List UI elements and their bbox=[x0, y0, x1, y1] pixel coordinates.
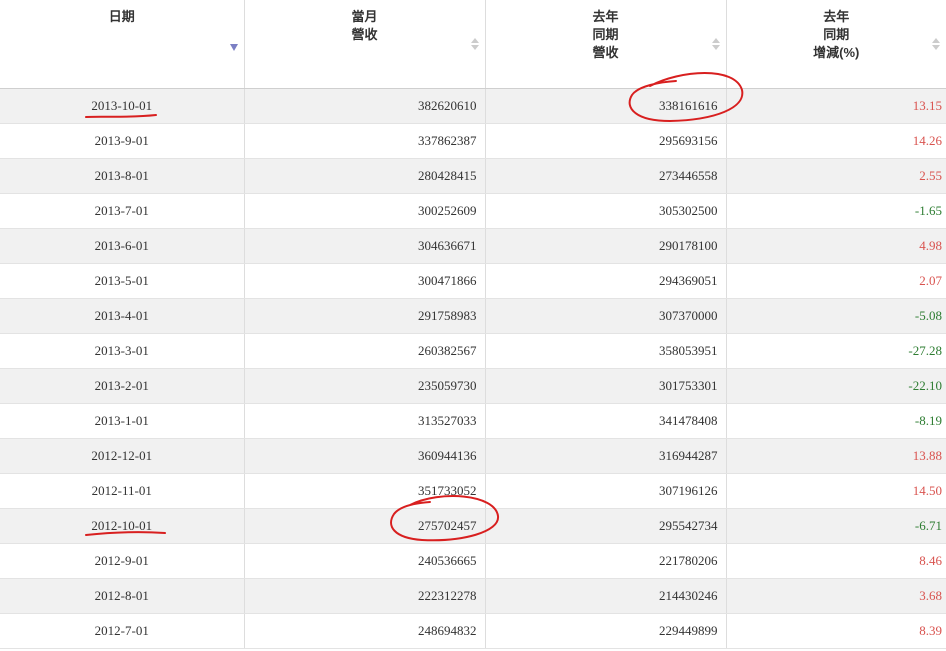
cell-last-year-revenue: 295693156 bbox=[485, 123, 727, 159]
cell-revenue: 222312278 bbox=[244, 578, 486, 614]
cell-date: 2013-7-01 bbox=[0, 193, 245, 229]
sort-both-icon[interactable] bbox=[470, 38, 479, 52]
table-row: 2012-9-01 240536665 221780206 8.46 bbox=[0, 543, 946, 579]
revenue-table: 日期 當月 營收 去年 同期 營收 去年 同期 增減(%) 2013-10-01… bbox=[0, 0, 946, 649]
sort-descending-icon[interactable] bbox=[229, 44, 238, 51]
cell-last-year-revenue: 316944287 bbox=[485, 438, 727, 474]
header-change-label: 去年 同期 增減(%) bbox=[813, 9, 860, 60]
cell-revenue: 240536665 bbox=[244, 543, 486, 579]
cell-date: 2013-2-01 bbox=[0, 368, 245, 404]
header-revenue-label: 當月 營收 bbox=[351, 9, 378, 42]
cell-last-year-revenue: 358053951 bbox=[485, 333, 727, 369]
cell-change: 14.26 bbox=[726, 123, 946, 159]
table-row: 2013-5-01 300471866 294369051 2.07 bbox=[0, 263, 946, 299]
cell-change: -22.10 bbox=[726, 368, 946, 404]
table-row: 2012-7-01 248694832 229449899 8.39 bbox=[0, 613, 946, 649]
table-row: 2013-1-01 313527033 341478408 -8.19 bbox=[0, 403, 946, 439]
cell-change: 3.68 bbox=[726, 578, 946, 614]
cell-change: -8.19 bbox=[726, 403, 946, 439]
table-row: 2013-3-01 260382567 358053951 -27.28 bbox=[0, 333, 946, 369]
table-row: 2013-9-01 337862387 295693156 14.26 bbox=[0, 123, 946, 159]
cell-date: 2012-8-01 bbox=[0, 578, 245, 614]
cell-revenue: 280428415 bbox=[244, 158, 486, 194]
cell-revenue: 260382567 bbox=[244, 333, 486, 369]
cell-date: 2012-10-01 bbox=[0, 508, 245, 544]
cell-change: 13.15 bbox=[726, 88, 946, 124]
table-row: 2013-6-01 304636671 290178100 4.98 bbox=[0, 228, 946, 264]
sort-both-icon[interactable] bbox=[932, 38, 940, 52]
cell-date: 2012-7-01 bbox=[0, 613, 245, 649]
cell-date: 2013-9-01 bbox=[0, 123, 245, 159]
cell-revenue: 300252609 bbox=[244, 193, 486, 229]
cell-last-year-revenue: 221780206 bbox=[485, 543, 727, 579]
table-row: 2012-12-01 360944136 316944287 13.88 bbox=[0, 438, 946, 474]
cell-change: 2.55 bbox=[726, 158, 946, 194]
cell-date: 2013-10-01 bbox=[0, 88, 245, 124]
cell-last-year-revenue: 273446558 bbox=[485, 158, 727, 194]
cell-date: 2013-5-01 bbox=[0, 263, 245, 299]
cell-revenue: 275702457 bbox=[244, 508, 486, 544]
cell-change: 8.46 bbox=[726, 543, 946, 579]
cell-last-year-revenue: 307370000 bbox=[485, 298, 727, 334]
cell-change: 8.39 bbox=[726, 613, 946, 649]
cell-last-year-revenue: 294369051 bbox=[485, 263, 727, 299]
cell-revenue: 360944136 bbox=[244, 438, 486, 474]
table-row: 2012-11-01 351733052 307196126 14.50 bbox=[0, 473, 946, 509]
cell-date: 2013-4-01 bbox=[0, 298, 245, 334]
table-header: 日期 當月 營收 去年 同期 營收 去年 同期 增減(%) bbox=[0, 0, 946, 89]
cell-date: 2013-6-01 bbox=[0, 228, 245, 264]
cell-change: 14.50 bbox=[726, 473, 946, 509]
cell-last-year-revenue: 290178100 bbox=[485, 228, 727, 264]
cell-revenue: 304636671 bbox=[244, 228, 486, 264]
cell-change: 2.07 bbox=[726, 263, 946, 299]
cell-date: 2012-11-01 bbox=[0, 473, 245, 509]
header-date-label: 日期 bbox=[108, 9, 135, 24]
cell-change: -5.08 bbox=[726, 298, 946, 334]
sort-both-icon[interactable] bbox=[711, 38, 720, 52]
cell-last-year-revenue: 229449899 bbox=[485, 613, 727, 649]
cell-revenue: 351733052 bbox=[244, 473, 486, 509]
cell-date: 2012-12-01 bbox=[0, 438, 245, 474]
table-body: 2013-10-01 382620610 338161616 13.15 2013-9-… bbox=[0, 88, 946, 649]
table-row: 2013-10-01 382620610 338161616 13.15 bbox=[0, 88, 946, 124]
cell-revenue: 291758983 bbox=[244, 298, 486, 334]
header-row: 日期 當月 營收 去年 同期 營收 去年 同期 增減(%) bbox=[0, 0, 946, 89]
cell-change: 4.98 bbox=[726, 228, 946, 264]
cell-revenue: 337862387 bbox=[244, 123, 486, 159]
cell-date: 2012-9-01 bbox=[0, 543, 245, 579]
header-last-year-revenue[interactable]: 去年 同期 營收 bbox=[485, 0, 727, 89]
cell-change: -6.71 bbox=[726, 508, 946, 544]
table-row: 2013-4-01 291758983 307370000 -5.08 bbox=[0, 298, 946, 334]
cell-change: 13.88 bbox=[726, 438, 946, 474]
cell-last-year-revenue: 301753301 bbox=[485, 368, 727, 404]
header-change[interactable]: 去年 同期 增減(%) bbox=[726, 0, 946, 89]
cell-change: -27.28 bbox=[726, 333, 946, 369]
cell-last-year-revenue: 307196126 bbox=[485, 473, 727, 509]
table-row: 2013-7-01 300252609 305302500 -1.65 bbox=[0, 193, 946, 229]
table-row: 2012-8-01 222312278 214430246 3.68 bbox=[0, 578, 946, 614]
cell-revenue: 313527033 bbox=[244, 403, 486, 439]
cell-last-year-revenue: 214430246 bbox=[485, 578, 727, 614]
cell-revenue: 300471866 bbox=[244, 263, 486, 299]
table-row: 2012-10-01 275702457 295542734 -6.71 bbox=[0, 508, 946, 544]
cell-date: 2013-8-01 bbox=[0, 158, 245, 194]
cell-change: -1.65 bbox=[726, 193, 946, 229]
cell-last-year-revenue: 338161616 bbox=[485, 88, 727, 124]
table-row: 2013-2-01 235059730 301753301 -22.10 bbox=[0, 368, 946, 404]
cell-date: 2013-3-01 bbox=[0, 333, 245, 369]
cell-revenue: 382620610 bbox=[244, 88, 486, 124]
cell-last-year-revenue: 295542734 bbox=[485, 508, 727, 544]
header-date[interactable]: 日期 bbox=[0, 0, 245, 89]
cell-revenue: 248694832 bbox=[244, 613, 486, 649]
cell-last-year-revenue: 305302500 bbox=[485, 193, 727, 229]
cell-revenue: 235059730 bbox=[244, 368, 486, 404]
header-last-year-revenue-label: 去年 同期 營收 bbox=[592, 9, 619, 60]
cell-last-year-revenue: 341478408 bbox=[485, 403, 727, 439]
header-revenue[interactable]: 當月 營收 bbox=[244, 0, 486, 89]
cell-date: 2013-1-01 bbox=[0, 403, 245, 439]
table-row: 2013-8-01 280428415 273446558 2.55 bbox=[0, 158, 946, 194]
